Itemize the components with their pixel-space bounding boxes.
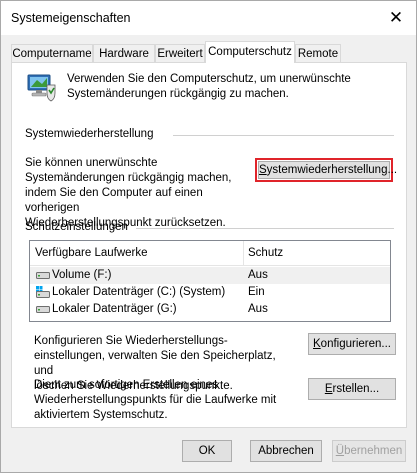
restore-description: Sie können unerwünschte Systemänderungen…: [25, 156, 260, 231]
apply-button[interactable]: Übernehmen: [332, 440, 406, 462]
drive-row[interactable]: Volume (F:) Aus: [30, 267, 390, 284]
computerschutz-panel: Verwenden Sie den Computerschutz, um une…: [11, 62, 407, 428]
configure-desc-line: einstellungen, verwalten Sie den Speiche…: [34, 350, 276, 377]
drive-row[interactable]: Lokaler Datenträger (C:) (System) Ein: [30, 284, 390, 301]
drive-row[interactable]: Lokaler Datenträger (G:) Aus: [30, 301, 390, 318]
tab-strip: Computername Hardware Erweitert Computer…: [1, 41, 416, 63]
restore-desc-line: Sie können unerwünschte: [25, 157, 158, 169]
drive-name: Volume (F:): [52, 269, 112, 281]
create-description: Dient zum sofortigen Erstellen eines Wie…: [34, 378, 294, 423]
restore-desc-line: indem Sie den Computer auf einen vorheri…: [25, 187, 203, 214]
tab-erweitert[interactable]: Erweitert: [155, 44, 205, 62]
ok-button[interactable]: OK: [182, 440, 232, 462]
drive-name: Lokaler Datenträger (C:) (System): [52, 286, 226, 298]
column-separator: [243, 241, 244, 265]
column-header-drives[interactable]: Verfügbare Laufwerke: [35, 247, 148, 259]
protection-section-divider: [136, 228, 394, 229]
drive-icon: [36, 270, 50, 280]
create-button-accesskey: E: [324, 383, 333, 395]
apply-button-accesskey: Ü: [335, 445, 345, 457]
create-button[interactable]: Erstellen...: [308, 378, 396, 400]
drive-icon: [36, 304, 50, 314]
computer-shield-icon: [25, 71, 57, 103]
drive-protection-status: Aus: [248, 303, 268, 315]
restore-button-label: ystemwiederherstellung...: [266, 164, 398, 176]
system-restore-button[interactable]: Systemwiederherstellung...: [258, 161, 397, 179]
tab-computerschutz[interactable]: Computerschutz: [205, 41, 295, 63]
restore-section-divider: [173, 135, 394, 136]
tab-hardware[interactable]: Hardware: [93, 44, 155, 62]
system-drive-icon: [36, 286, 50, 298]
create-desc-line: aktiviertem Systemschutz.: [34, 409, 168, 421]
system-properties-window: Systemeigenschaften ✕ Computername Hardw…: [0, 0, 417, 473]
drive-protection-status: Aus: [248, 269, 268, 281]
window-title: Systemeigenschaften: [11, 11, 131, 25]
restore-desc-line: Systemänderungen rückgängig machen,: [25, 172, 232, 184]
configure-button-label: onfigurieren...: [320, 338, 391, 350]
column-header-protection[interactable]: Schutz: [248, 247, 283, 259]
create-desc-line: Wiederherstellungspunkts für die Laufwer…: [34, 394, 277, 406]
intro-line-1: Verwenden Sie den Computerschutz, um une…: [67, 73, 351, 85]
create-desc-line: Dient zum sofortigen Erstellen eines: [34, 379, 219, 391]
drive-name: Lokaler Datenträger (G:): [52, 303, 177, 315]
tab-remote[interactable]: Remote: [295, 44, 341, 62]
tab-computername[interactable]: Computername: [11, 44, 93, 62]
intro-text: Verwenden Sie den Computerschutz, um une…: [67, 72, 397, 102]
apply-button-label: bernehmen: [344, 445, 403, 457]
title-bar: Systemeigenschaften ✕: [1, 1, 416, 35]
configure-button-accesskey: K: [313, 338, 321, 350]
restore-button-accesskey: S: [259, 164, 267, 176]
configure-desc-line: Konfigurieren Sie Wiederherstellungs-: [34, 335, 228, 347]
configure-button[interactable]: Konfigurieren...: [308, 333, 396, 355]
create-button-label: rstellen...: [332, 383, 380, 395]
close-icon[interactable]: ✕: [386, 9, 406, 27]
drive-protection-status: Ein: [248, 286, 265, 298]
intro-line-2: Systemänderungen rückgängig zu machen.: [67, 88, 289, 100]
drive-list[interactable]: Verfügbare Laufwerke Schutz Volume (F:) …: [29, 240, 391, 322]
restore-section-heading: Systemwiederherstellung: [25, 128, 154, 140]
protection-section-heading: Schutzeinstellungen: [25, 221, 128, 233]
drive-list-header: Verfügbare Laufwerke Schutz: [30, 241, 390, 266]
cancel-button[interactable]: Abbrechen: [250, 440, 322, 462]
